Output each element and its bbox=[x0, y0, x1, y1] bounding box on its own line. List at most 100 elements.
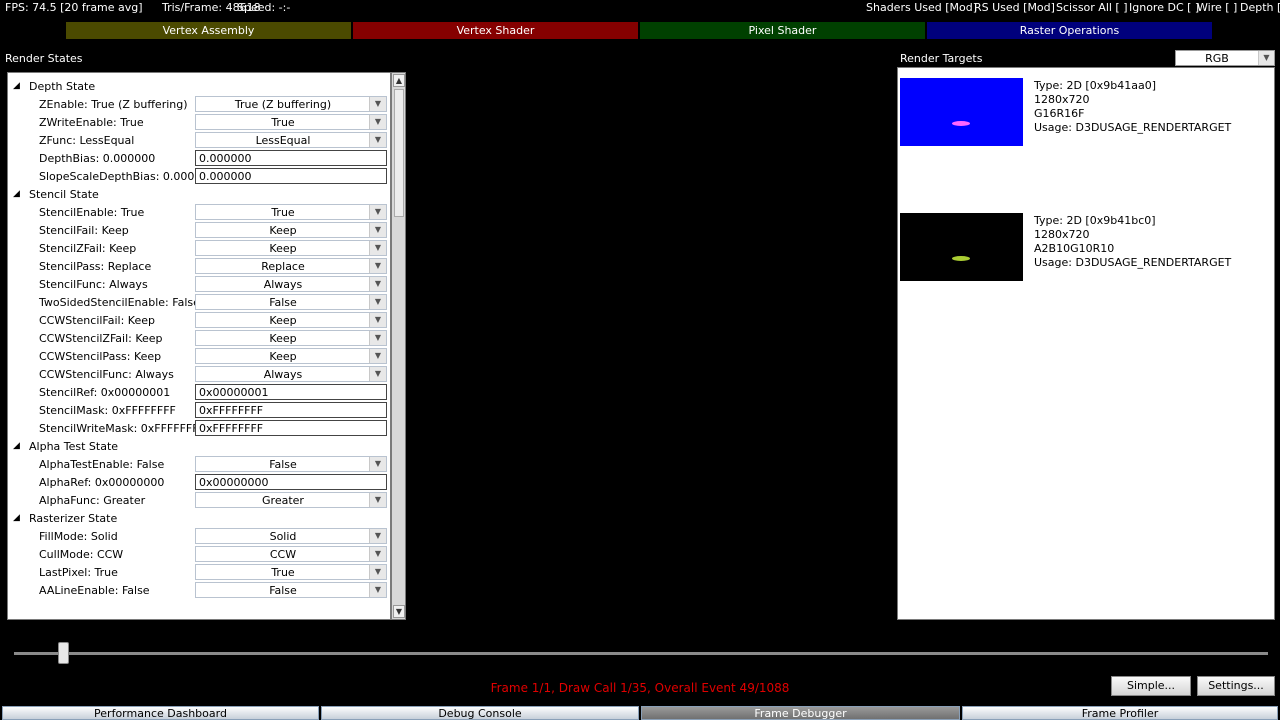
state-input[interactable]: 0xFFFFFFFF bbox=[195, 420, 387, 436]
state-input[interactable]: 0.000000 bbox=[195, 150, 387, 166]
state-select[interactable]: Greater ▼ bbox=[195, 492, 387, 508]
tab-performance-dashboard[interactable]: Performance Dashboard bbox=[2, 706, 319, 720]
state-label: SlopeScaleDepthBias: 0.000000 bbox=[39, 170, 216, 183]
chevron-down-icon: ▼ bbox=[369, 583, 386, 597]
state-row: TwoSidedStencilEnable: False False ▼ bbox=[8, 294, 390, 312]
state-select[interactable]: Keep ▼ bbox=[195, 312, 387, 328]
state-select[interactable]: Always ▼ bbox=[195, 366, 387, 382]
state-row: FillMode: Solid Solid ▼ bbox=[8, 528, 390, 546]
settings-button[interactable]: Settings... bbox=[1197, 676, 1275, 696]
shaders-used-toggle[interactable]: Shaders Used [Mod] bbox=[866, 1, 977, 14]
state-select[interactable]: False ▼ bbox=[195, 294, 387, 310]
state-label: LastPixel: True bbox=[39, 566, 118, 579]
stage-raster-operations[interactable]: Raster Operations bbox=[927, 22, 1212, 39]
group-header[interactable]: ◢ Stencil State bbox=[8, 186, 390, 204]
stage-vertex-shader[interactable]: Vertex Shader bbox=[353, 22, 638, 39]
event-slider-track[interactable] bbox=[14, 652, 1268, 655]
group-label: Rasterizer State bbox=[29, 512, 118, 525]
render-target-info: Type: 2D [0x9b41aa0] 1280x720 G16R16F Usage… bbox=[1034, 79, 1231, 135]
state-select[interactable]: Always ▼ bbox=[195, 276, 387, 292]
state-label: StencilFunc: Always bbox=[39, 278, 148, 291]
tab-frame-debugger[interactable]: Frame Debugger bbox=[641, 706, 960, 720]
stage-vertex-assembly[interactable]: Vertex Assembly bbox=[66, 22, 351, 39]
state-select-value: Replace bbox=[261, 260, 305, 273]
state-select[interactable]: Keep ▼ bbox=[195, 348, 387, 364]
collapse-arrow-icon[interactable]: ◢ bbox=[13, 441, 20, 451]
state-select[interactable]: Keep ▼ bbox=[195, 330, 387, 346]
state-row: StencilPass: Replace Replace ▼ bbox=[8, 258, 390, 276]
scissor-toggle[interactable]: Scissor All [ ] bbox=[1056, 1, 1128, 14]
render-states-scrollbar[interactable]: ▲ ▼ bbox=[391, 72, 406, 620]
state-select[interactable]: True ▼ bbox=[195, 564, 387, 580]
render-target-info: Type: 2D [0x9b41bc0] 1280x720 A2B10G10R10 U… bbox=[1034, 214, 1231, 270]
state-select-value: False bbox=[269, 458, 297, 471]
state-select[interactable]: Keep ▼ bbox=[195, 240, 387, 256]
state-select[interactable]: True (Z buffering) ▼ bbox=[195, 96, 387, 112]
state-input-value: 0xFFFFFFFF bbox=[199, 404, 264, 417]
tab-frame-profiler[interactable]: Frame Profiler bbox=[962, 706, 1278, 720]
state-input[interactable]: 0.000000 bbox=[195, 168, 387, 184]
state-input[interactable]: 0x00000001 bbox=[195, 384, 387, 400]
state-row: StencilZFail: Keep Keep ▼ bbox=[8, 240, 390, 258]
state-label: StencilFail: Keep bbox=[39, 224, 129, 237]
state-select[interactable]: False ▼ bbox=[195, 456, 387, 472]
fps-readout: FPS: 74.5 [20 frame avg] bbox=[5, 1, 143, 14]
state-row: SlopeScaleDepthBias: 0.000000 0.000000 bbox=[8, 168, 390, 186]
event-slider-thumb[interactable] bbox=[58, 642, 70, 664]
depth-toggle[interactable]: Depth [ bbox=[1240, 1, 1280, 14]
state-input[interactable]: 0xFFFFFFFF bbox=[195, 402, 387, 418]
simple-button[interactable]: Simple... bbox=[1111, 676, 1191, 696]
wire-toggle[interactable]: Wire [ ] bbox=[1197, 1, 1237, 14]
chevron-down-icon: ▼ bbox=[369, 241, 386, 255]
collapse-arrow-icon[interactable]: ◢ bbox=[13, 513, 20, 523]
state-select[interactable]: True ▼ bbox=[195, 204, 387, 220]
group-header[interactable]: ◢ Depth State bbox=[8, 78, 390, 96]
state-row: CCWStencilFail: Keep Keep ▼ bbox=[8, 312, 390, 330]
scroll-up-icon[interactable]: ▲ bbox=[393, 74, 405, 87]
state-select[interactable]: LessEqual ▼ bbox=[195, 132, 387, 148]
chevron-down-icon: ▼ bbox=[369, 115, 386, 129]
chevron-down-icon: ▼ bbox=[369, 223, 386, 237]
state-row: DepthBias: 0.000000 0.000000 bbox=[8, 150, 390, 168]
state-select[interactable]: True ▼ bbox=[195, 114, 387, 130]
state-select-value: CCW bbox=[269, 548, 297, 561]
state-label: StencilWriteMask: 0xFFFFFFFF bbox=[39, 422, 205, 435]
state-label: CullMode: CCW bbox=[39, 548, 124, 561]
state-row: StencilRef: 0x00000001 0x00000001 bbox=[8, 384, 390, 402]
state-select[interactable]: False ▼ bbox=[195, 582, 387, 598]
status-bar: FPS: 74.5 [20 frame avg] Tris/Frame: 486… bbox=[0, 0, 1280, 16]
state-input[interactable]: 0x00000000 bbox=[195, 474, 387, 490]
collapse-arrow-icon[interactable]: ◢ bbox=[13, 189, 20, 199]
state-select[interactable]: Keep ▼ bbox=[195, 222, 387, 238]
stage-pixel-shader[interactable]: Pixel Shader bbox=[640, 22, 925, 39]
channel-select[interactable]: RGB ▼ bbox=[1175, 50, 1275, 66]
tab-debug-console[interactable]: Debug Console bbox=[321, 706, 639, 720]
state-select[interactable]: CCW ▼ bbox=[195, 546, 387, 562]
group-header[interactable]: ◢ Alpha Test State bbox=[8, 438, 390, 456]
scroll-down-icon[interactable]: ▼ bbox=[393, 605, 405, 618]
collapse-arrow-icon[interactable]: ◢ bbox=[13, 81, 20, 91]
state-row: CCWStencilFunc: Always Always ▼ bbox=[8, 366, 390, 384]
state-select[interactable]: Replace ▼ bbox=[195, 258, 387, 274]
render-target-format: A2B10G10R10 bbox=[1034, 242, 1115, 255]
state-label: StencilMask: 0xFFFFFFFF bbox=[39, 404, 176, 417]
render-target-type: Type: 2D [0x9b41bc0] bbox=[1034, 214, 1156, 227]
state-label: AALineEnable: False bbox=[39, 584, 150, 597]
chevron-down-icon: ▼ bbox=[369, 565, 386, 579]
state-row: CCWStencilZFail: Keep Keep ▼ bbox=[8, 330, 390, 348]
state-label: FillMode: Solid bbox=[39, 530, 118, 543]
state-select[interactable]: Solid ▼ bbox=[195, 528, 387, 544]
render-target-thumbnail[interactable] bbox=[900, 78, 1023, 146]
rs-used-toggle[interactable]: RS Used [Mod] bbox=[974, 1, 1055, 14]
chevron-down-icon: ▼ bbox=[369, 367, 386, 381]
state-label: ZWriteEnable: True bbox=[39, 116, 144, 129]
ignore-dc-toggle[interactable]: Ignore DC [ ] bbox=[1129, 1, 1199, 14]
channel-select-value: RGB bbox=[1205, 52, 1229, 65]
render-target-usage: Usage: D3DUSAGE_RENDERTARGET bbox=[1034, 121, 1232, 134]
scroll-thumb[interactable] bbox=[394, 89, 404, 217]
group-header[interactable]: ◢ Rasterizer State bbox=[8, 510, 390, 528]
state-label: DepthBias: 0.000000 bbox=[39, 152, 156, 165]
state-label: StencilZFail: Keep bbox=[39, 242, 137, 255]
render-target-size: 1280x720 bbox=[1034, 228, 1090, 241]
render-target-thumbnail[interactable] bbox=[900, 213, 1023, 281]
